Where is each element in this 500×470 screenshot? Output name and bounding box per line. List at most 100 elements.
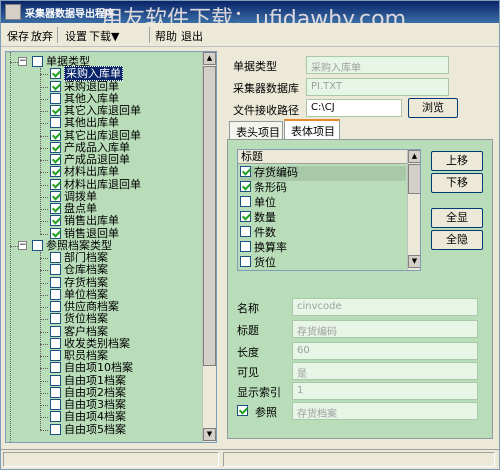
tree-checkbox[interactable]	[50, 227, 61, 239]
tree-item[interactable]: 自由项4档案	[50, 411, 126, 423]
scroll-up-arrow-icon[interactable]: ▲	[203, 52, 216, 65]
move-down-button[interactable]: 下移	[431, 173, 483, 193]
help-button[interactable]: 帮助	[155, 28, 177, 44]
tree-checkbox[interactable]	[50, 337, 61, 349]
tree-checkbox[interactable]	[50, 117, 61, 129]
settings-button[interactable]: 设置	[65, 28, 87, 44]
name-field[interactable]: cinvcode	[292, 298, 478, 316]
tree-checkbox[interactable]	[50, 252, 61, 263]
tree-checkbox[interactable]	[50, 80, 61, 92]
tree-item[interactable]: 客户档案	[50, 325, 108, 338]
tree-item[interactable]: 单位档案	[50, 288, 108, 301]
exit-button[interactable]: 退出	[181, 28, 203, 44]
list-checkbox[interactable]	[240, 241, 251, 252]
list-item[interactable]: 条形码	[240, 181, 287, 196]
tree-scrollbar[interactable]: ▲ ▼	[202, 52, 216, 442]
tree-item[interactable]: 其它出库退回单	[50, 129, 141, 142]
tree-checkbox[interactable]	[50, 203, 61, 214]
scroll-thumb[interactable]	[408, 164, 420, 194]
collapse-toggle-icon[interactable]: −	[18, 57, 27, 66]
tree-checkbox[interactable]	[50, 178, 61, 190]
discard-button[interactable]: 放弃	[31, 28, 53, 44]
tree-checkbox[interactable]	[50, 325, 61, 337]
list-item[interactable]: 存货编码	[240, 166, 406, 181]
tab-header-items[interactable]: 表头项目	[229, 121, 283, 139]
list-checkbox[interactable]	[240, 256, 251, 267]
tree-checkbox[interactable]	[32, 239, 43, 251]
tree-checkbox[interactable]	[50, 190, 61, 202]
list-checkbox[interactable]	[240, 166, 251, 177]
display-index-field[interactable]: 1	[292, 382, 478, 400]
tree-checkbox[interactable]	[50, 166, 61, 178]
tree-checkbox[interactable]	[50, 276, 61, 288]
tree-item[interactable]: 存货档案	[50, 276, 108, 289]
tree-item[interactable]: 自由项2档案	[50, 386, 126, 399]
tree-item[interactable]: 材料出库退回单	[50, 178, 141, 191]
tree-item[interactable]: 销售出库单	[50, 215, 119, 227]
tree-item[interactable]: 产成品入库单	[50, 141, 130, 154]
list-item[interactable]: 换算率	[240, 241, 287, 256]
tree-item[interactable]: 采购入库单	[50, 66, 123, 82]
move-up-button[interactable]: 上移	[431, 151, 483, 171]
scroll-up-arrow-icon[interactable]: ▲	[408, 150, 420, 163]
tree-checkbox[interactable]	[50, 215, 61, 227]
tree-checkbox[interactable]	[50, 154, 61, 165]
tree-checkbox[interactable]	[50, 374, 61, 386]
tree-item[interactable]: 仓库档案	[50, 264, 108, 276]
list-checkbox[interactable]	[240, 181, 251, 192]
tree-item[interactable]: 材料出库单	[50, 166, 119, 178]
hide-all-button[interactable]: 全隐	[431, 230, 483, 250]
list-item[interactable]: 件数	[240, 226, 276, 241]
list-item[interactable]: 数量	[240, 211, 276, 226]
tree-item[interactable]: 自由项1档案	[50, 374, 126, 387]
list-scrollbar[interactable]: ▲ ▼	[407, 150, 420, 270]
tree-checkbox[interactable]	[50, 141, 61, 153]
length-field[interactable]: 60	[292, 342, 478, 360]
tree-checkbox[interactable]	[50, 386, 61, 398]
tree-item[interactable]: 其他入库单	[50, 92, 119, 105]
tab-body-items[interactable]: 表体项目	[284, 119, 340, 139]
list-checkbox[interactable]	[240, 196, 251, 207]
tree-item[interactable]: 调拨单	[50, 190, 97, 203]
tree-checkbox[interactable]	[50, 411, 61, 423]
tree-item[interactable]: 货位档案	[50, 313, 108, 325]
tree-checkbox[interactable]	[50, 68, 61, 80]
field-list[interactable]: 标题 存货编码 条形码 单位 数量 件数 换算率 货位 ▲ ▼	[237, 149, 421, 271]
tree-item[interactable]: 采购退回单	[50, 80, 119, 93]
tree-checkbox[interactable]	[50, 350, 61, 361]
collapse-toggle-icon[interactable]: −	[18, 240, 27, 250]
scroll-down-arrow-icon[interactable]: ▼	[203, 428, 216, 441]
doc-type-field[interactable]: 采购入库单	[306, 56, 449, 74]
tree-checkbox[interactable]	[50, 313, 61, 325]
title-field[interactable]: 存货编码	[292, 320, 478, 338]
show-all-button[interactable]: 全显	[431, 208, 483, 228]
type-tree[interactable]: − 单据类型 采购入库单 采购退回单 其他入库单 其它入库退回单 其他出库单 其它出库退回单产…	[5, 51, 217, 443]
tree-item[interactable]: 销售退回单	[50, 227, 119, 240]
list-item[interactable]: 货位	[240, 256, 276, 270]
db-field[interactable]: PI.TXT	[306, 78, 449, 96]
tree-checkbox[interactable]	[50, 362, 61, 374]
tree-checkbox[interactable]	[32, 56, 43, 67]
tree-checkbox[interactable]	[50, 288, 61, 300]
tree-checkbox[interactable]	[50, 399, 61, 410]
tree-item[interactable]: 自由项5档案	[50, 423, 126, 436]
tree-item[interactable]: 收发类别档案	[50, 337, 130, 350]
scroll-thumb[interactable]	[203, 66, 216, 366]
path-field[interactable]: C:\CJ	[306, 99, 402, 117]
download-button[interactable]: 下载▼	[89, 28, 119, 44]
tree-item[interactable]: 自由项10档案	[50, 362, 133, 374]
scroll-down-arrow-icon[interactable]: ▼	[408, 255, 420, 268]
tree-item[interactable]: 其他出库单	[50, 117, 119, 129]
tree-checkbox[interactable]	[50, 92, 61, 104]
visible-field[interactable]: 是	[292, 362, 478, 380]
tree-checkbox[interactable]	[50, 129, 61, 141]
save-button[interactable]: 保存	[7, 28, 29, 44]
tree-checkbox[interactable]	[50, 301, 61, 312]
list-checkbox[interactable]	[240, 226, 251, 237]
browse-button[interactable]: 浏览	[408, 98, 458, 118]
tree-checkbox[interactable]	[50, 264, 61, 276]
tree-group-reference-types[interactable]: 参照档案类型	[32, 239, 112, 252]
tree-checkbox[interactable]	[50, 105, 61, 116]
reference-field[interactable]: 存货档案	[292, 402, 478, 420]
tree-checkbox[interactable]	[50, 423, 61, 435]
